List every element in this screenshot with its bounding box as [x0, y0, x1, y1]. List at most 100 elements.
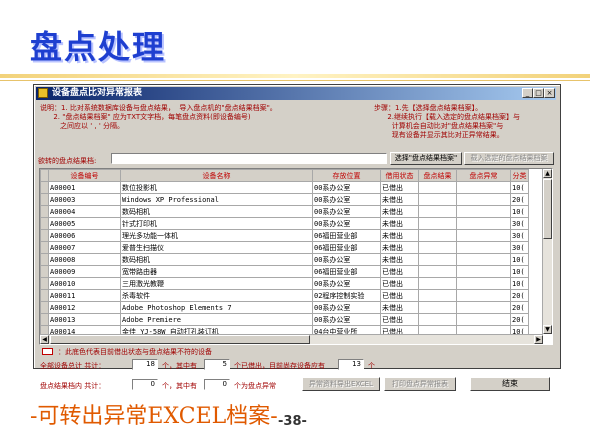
table-cell[interactable]: 10(	[510, 265, 529, 278]
table-cell[interactable]: 00系办公室	[312, 277, 381, 290]
table-cell[interactable]	[456, 313, 511, 326]
table-cell[interactable]	[456, 301, 511, 314]
load-file-button[interactable]: 载入选定的盘点结果档案	[464, 152, 554, 165]
table-cell[interactable]: 已借出	[380, 265, 419, 278]
table-row[interactable]: A00012 Adobe Photoshop Elements 7 00系办公室 未借…	[40, 301, 529, 314]
table-cell[interactable]: A00010	[48, 277, 121, 290]
table-cell[interactable]: A00003	[48, 193, 121, 206]
table-cell[interactable]: 未借出	[380, 241, 419, 254]
table-cell[interactable]: 杀毒软件	[120, 289, 313, 302]
table-cell[interactable]	[456, 205, 511, 218]
scroll-down-icon[interactable]: ▼	[543, 325, 552, 334]
table-cell[interactable]: 30(	[510, 241, 529, 254]
table-cell[interactable]: 20(	[510, 301, 529, 314]
row-indicator[interactable]	[40, 229, 49, 242]
scroll-up-icon[interactable]: ▲	[543, 169, 552, 178]
row-indicator[interactable]	[40, 301, 49, 314]
col-header[interactable]: 存放位置	[312, 169, 381, 182]
table-row[interactable]: A00003 Windows XP Professional 00系办公室 未借出 20…	[40, 193, 529, 206]
table-cell[interactable]: 00系办公室	[312, 181, 381, 194]
table-cell[interactable]: Adobe Photoshop Elements 7	[120, 301, 313, 314]
maximize-button[interactable]: □	[533, 88, 544, 98]
table-row[interactable]: A00006 理光多功能一体机 06福田营业部 未借出 30(	[40, 229, 529, 242]
table-cell[interactable]	[456, 193, 511, 206]
table-cell[interactable]: 已借出	[380, 181, 419, 194]
scroll-left-icon[interactable]: ◀	[40, 335, 49, 344]
table-cell[interactable]: 未借出	[380, 205, 419, 218]
table-row[interactable]: A00013 Adobe Premiere 00系办公室 已借出 20(	[40, 313, 529, 326]
vertical-scroll-thumb[interactable]	[543, 179, 552, 239]
horizontal-scrollbar[interactable]: ◀ ▶	[40, 334, 543, 344]
export-excel-button[interactable]: 异常资料导出EXCEL	[302, 377, 380, 391]
table-cell[interactable]	[418, 181, 457, 194]
table-cell[interactable]: 未借出	[380, 301, 419, 314]
table-cell[interactable]: A00004	[48, 205, 121, 218]
scroll-right-icon[interactable]: ▶	[534, 335, 543, 344]
result-grid[interactable]: 设备编号 设备名称 存放位置 借用状态 盘点结果 盘点异常 分类 A00001 数…	[39, 168, 553, 345]
table-cell[interactable]: 10(	[510, 277, 529, 290]
row-indicator[interactable]	[40, 277, 49, 290]
table-cell[interactable]	[418, 241, 457, 254]
table-row[interactable]: A00005 针式打印机 00系办公室 未借出 30(	[40, 217, 529, 230]
table-cell[interactable]: A00007	[48, 241, 121, 254]
row-indicator[interactable]	[40, 217, 49, 230]
table-cell[interactable]: 数码相机	[120, 205, 313, 218]
table-cell[interactable]	[456, 289, 511, 302]
table-cell[interactable]	[456, 181, 511, 194]
print-report-button[interactable]: 打印盘点异常报表	[384, 377, 456, 391]
row-indicator[interactable]	[40, 313, 49, 326]
table-cell[interactable]	[418, 229, 457, 242]
table-cell[interactable]: A00008	[48, 253, 121, 266]
close-button[interactable]: ×	[544, 88, 555, 98]
table-cell[interactable]: 06福田营业部	[312, 241, 381, 254]
table-row[interactable]: A00011 杀毒软件 02程序控制实验 已借出 20(	[40, 289, 529, 302]
table-cell[interactable]: 针式打印机	[120, 217, 313, 230]
table-cell[interactable]	[418, 193, 457, 206]
vertical-scrollbar[interactable]: ▲ ▼	[542, 169, 552, 334]
table-cell[interactable]: 数位投影机	[120, 181, 313, 194]
table-cell[interactable]	[456, 241, 511, 254]
table-cell[interactable]: 数码相机	[120, 253, 313, 266]
finish-button[interactable]: 结束	[470, 377, 550, 391]
col-header[interactable]: 设备编号	[48, 169, 121, 182]
table-cell[interactable]	[418, 253, 457, 266]
table-cell[interactable]: 理光多功能一体机	[120, 229, 313, 242]
table-row[interactable]: A00010 三用激光教鞭 00系办公室 已借出 10(	[40, 277, 529, 290]
table-cell[interactable]	[418, 301, 457, 314]
table-cell[interactable]	[418, 289, 457, 302]
table-cell[interactable]	[456, 229, 511, 242]
table-cell[interactable]: A00009	[48, 265, 121, 278]
table-cell[interactable]	[418, 205, 457, 218]
table-cell[interactable]: 00系办公室	[312, 217, 381, 230]
table-cell[interactable]: 00系办公室	[312, 193, 381, 206]
table-cell[interactable]	[456, 253, 511, 266]
table-row[interactable]: A00009 宽带路由器 06福田营业部 已借出 10(	[40, 265, 529, 278]
table-cell[interactable]: 已借出	[380, 289, 419, 302]
table-cell[interactable]: 已借出	[380, 313, 419, 326]
table-cell[interactable]: 10(	[510, 253, 529, 266]
table-cell[interactable]	[456, 265, 511, 278]
row-indicator[interactable]	[40, 265, 49, 278]
row-indicator[interactable]	[40, 205, 49, 218]
col-header[interactable]: 分类	[510, 169, 529, 182]
table-cell[interactable]: Windows XP Professional	[120, 193, 313, 206]
table-cell[interactable]: 06福田营业部	[312, 229, 381, 242]
table-row[interactable]: A00007 爱普生扫描仪 06福田营业部 未借出 30(	[40, 241, 529, 254]
file-path-input[interactable]	[111, 153, 387, 164]
row-indicator[interactable]	[40, 193, 49, 206]
row-indicator[interactable]	[40, 289, 49, 302]
table-cell[interactable]: A00012	[48, 301, 121, 314]
table-cell[interactable]: 20(	[510, 313, 529, 326]
table-cell[interactable]: 30(	[510, 217, 529, 230]
table-cell[interactable]: 未借出	[380, 253, 419, 266]
table-cell[interactable]: 00系办公室	[312, 301, 381, 314]
table-cell[interactable]: 宽带路由器	[120, 265, 313, 278]
table-cell[interactable]: 02程序控制实验	[312, 289, 381, 302]
row-indicator[interactable]	[40, 181, 49, 194]
table-row[interactable]: A00008 数码相机 00系办公室 未借出 10(	[40, 253, 529, 266]
table-cell[interactable]: 10(	[510, 181, 529, 194]
table-cell[interactable]	[418, 265, 457, 278]
minimize-button[interactable]: _	[522, 88, 533, 98]
table-cell[interactable]: Adobe Premiere	[120, 313, 313, 326]
table-cell[interactable]: 未借出	[380, 193, 419, 206]
